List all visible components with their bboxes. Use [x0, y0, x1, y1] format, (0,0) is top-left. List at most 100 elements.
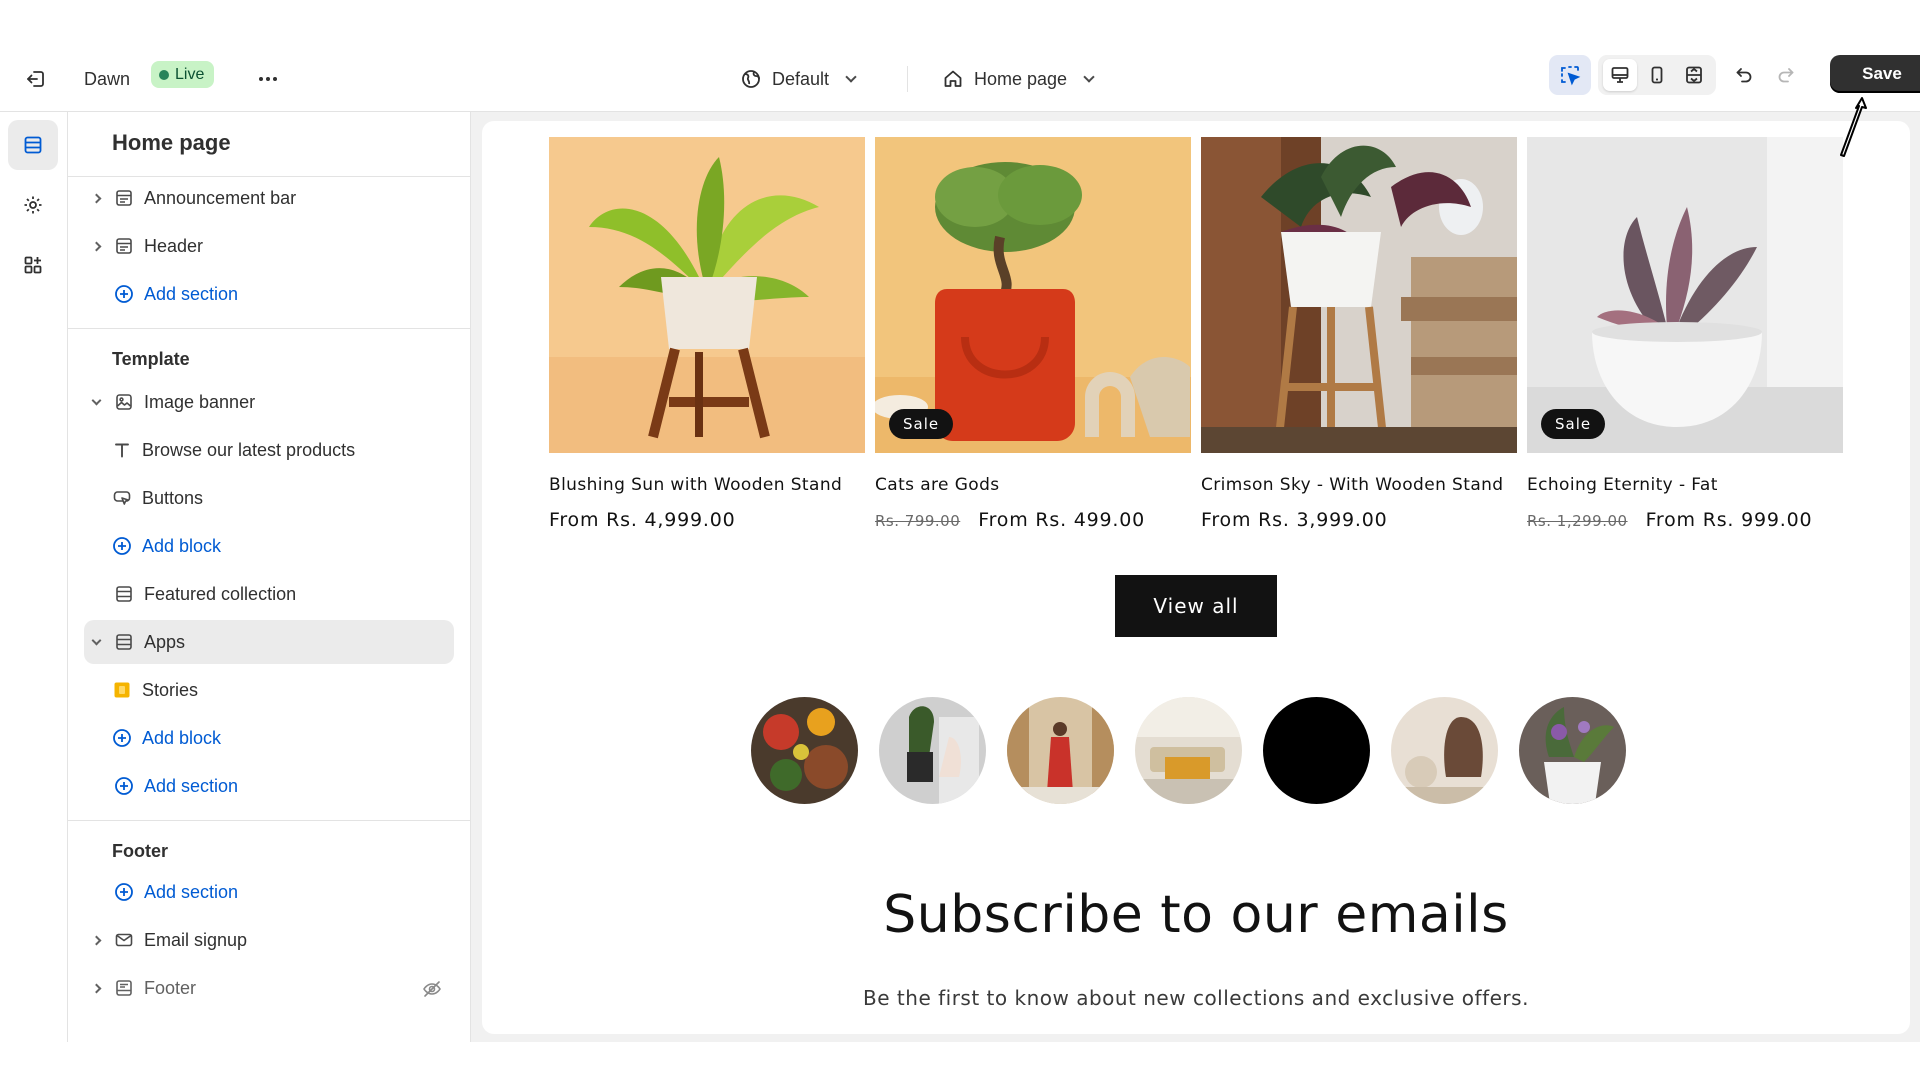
select-cursor-icon: [1561, 66, 1581, 86]
chevron-down-icon[interactable]: [84, 395, 108, 405]
add-section-template-button[interactable]: Add section: [84, 764, 454, 808]
story-thumbnail[interactable]: [879, 697, 986, 804]
add-block-banner-button[interactable]: Add block: [106, 524, 454, 568]
product-image[interactable]: Sale: [875, 137, 1191, 453]
tree-item-browse-text-block[interactable]: Browse our latest products: [106, 428, 454, 472]
text-icon: [106, 440, 138, 460]
mouse-cursor-icon: [1840, 97, 1867, 157]
product-name[interactable]: Cats are Gods: [875, 475, 1191, 495]
divider: [68, 328, 471, 329]
more-dot: [266, 77, 270, 81]
view-all-button[interactable]: View all: [1115, 575, 1277, 637]
plus-circle-icon: [106, 728, 138, 748]
chevron-down-icon: [845, 70, 857, 83]
page-selector[interactable]: Home page: [942, 63, 1095, 95]
undo-icon: [1736, 68, 1752, 83]
story-thumbnail[interactable]: [1135, 697, 1242, 804]
tree-item-footer[interactable]: Footer: [84, 966, 454, 1010]
plus-circle-icon: [108, 882, 140, 902]
exit-button[interactable]: [20, 63, 52, 95]
add-section-label: Add section: [144, 775, 239, 796]
left-rail: [0, 112, 68, 1042]
story-thumbnail[interactable]: [751, 697, 858, 804]
product-image[interactable]: [549, 137, 865, 453]
add-section-footer-button[interactable]: Add section: [84, 870, 454, 914]
chevron-right-icon[interactable]: [84, 193, 108, 203]
divider: [68, 820, 471, 821]
eye-slash-icon[interactable]: [422, 979, 442, 1004]
desktop-view-button[interactable]: [1603, 59, 1638, 91]
undo-button[interactable]: [1728, 59, 1760, 91]
product-card[interactable]: Sale Echoing Eternity - Fat Rs. 1,299.00…: [1527, 137, 1843, 531]
page-title: Home page: [112, 130, 231, 155]
chevron-right-icon[interactable]: [84, 983, 108, 993]
add-section-label: Add section: [144, 283, 239, 304]
store-preview[interactable]: Blushing Sun with Wooden Stand From Rs. …: [482, 121, 1910, 1034]
subscribe-description: Be the first to know about new collectio…: [863, 986, 1529, 1010]
product-card[interactable]: Blushing Sun with Wooden Stand From Rs. …: [549, 137, 865, 531]
tree-item-email-signup[interactable]: Email signup: [84, 918, 454, 962]
add-section-header-button[interactable]: Add section: [84, 272, 454, 316]
add-block-label: Add block: [142, 535, 222, 556]
sections-tab[interactable]: [8, 120, 58, 170]
product-price: From Rs. 4,999.00: [549, 509, 736, 531]
subscribe-heading: Subscribe to our emails: [883, 885, 1509, 945]
inspector-toggle-button[interactable]: [1549, 55, 1591, 95]
section-icon: [108, 632, 140, 652]
exit-icon: [27, 71, 44, 87]
product-card[interactable]: Sale Cats are Gods Rs. 799.00 From Rs. 4…: [875, 137, 1191, 531]
tree-item-image-banner[interactable]: Image banner: [84, 380, 454, 424]
chevron-down-icon[interactable]: [84, 635, 108, 645]
more-dot: [273, 77, 277, 81]
plus-circle-icon: [108, 284, 140, 304]
product-card[interactable]: Crimson Sky - With Wooden Stand From Rs.…: [1201, 137, 1517, 531]
tree-item-label: Email signup: [144, 929, 248, 950]
page-selector-label: Home page: [974, 68, 1068, 89]
story-thumbnail[interactable]: [1007, 697, 1114, 804]
story-thumbnail[interactable]: [1263, 697, 1370, 804]
tree-item-header[interactable]: Header: [84, 224, 454, 268]
chevron-right-icon[interactable]: [84, 935, 108, 945]
section-icon: [108, 584, 140, 604]
more-actions-button[interactable]: [252, 63, 284, 95]
separator: [907, 66, 908, 92]
add-block-apps-button[interactable]: Add block: [106, 716, 454, 760]
plus-circle-icon: [106, 536, 138, 556]
template-heading: Template: [112, 349, 190, 369]
full-width-view-button[interactable]: [1677, 59, 1711, 91]
sections-sidebar: Home page Announcement bar Header Add se…: [68, 112, 471, 1042]
live-dot-icon: [159, 69, 169, 80]
product-name[interactable]: Echoing Eternity - Fat: [1527, 475, 1843, 495]
add-section-label: Add section: [144, 881, 239, 902]
tree-item-buttons-block[interactable]: Buttons: [106, 476, 454, 520]
button-icon: [106, 488, 138, 508]
story-thumbnail[interactable]: [1391, 697, 1498, 804]
tree-item-apps[interactable]: Apps: [84, 620, 454, 664]
chevron-right-icon[interactable]: [84, 241, 108, 251]
tree-item-announcement-bar[interactable]: Announcement bar: [84, 176, 454, 220]
theme-style-selector[interactable]: Default: [740, 63, 857, 95]
product-price-row: Rs. 799.00 From Rs. 499.00: [875, 509, 1191, 531]
tree-item-stories-block[interactable]: Stories: [106, 668, 454, 712]
story-thumbnail[interactable]: [1519, 697, 1626, 804]
product-image[interactable]: [1201, 137, 1517, 453]
tree-item-label: Apps: [144, 631, 186, 652]
home-icon: [944, 70, 962, 87]
product-image[interactable]: Sale: [1527, 137, 1843, 453]
apps-tab[interactable]: [8, 240, 58, 290]
theme-settings-tab[interactable]: [8, 180, 58, 230]
footer-heading: Footer: [112, 841, 168, 861]
redo-button[interactable]: [1770, 59, 1802, 91]
plus-circle-icon: [108, 776, 140, 796]
product-name[interactable]: Crimson Sky - With Wooden Stand: [1201, 475, 1517, 495]
device-preview-group: [1598, 55, 1716, 95]
mail-icon: [108, 930, 140, 950]
tree-item-label: Stories: [142, 679, 199, 700]
add-block-label: Add block: [142, 727, 222, 748]
stories-app-icon: [106, 680, 138, 700]
save-button[interactable]: Save: [1830, 55, 1920, 93]
sections-icon: [24, 136, 42, 154]
mobile-view-button[interactable]: [1640, 59, 1674, 91]
product-name[interactable]: Blushing Sun with Wooden Stand: [549, 475, 865, 495]
tree-item-featured-collection[interactable]: Featured collection: [84, 572, 454, 616]
